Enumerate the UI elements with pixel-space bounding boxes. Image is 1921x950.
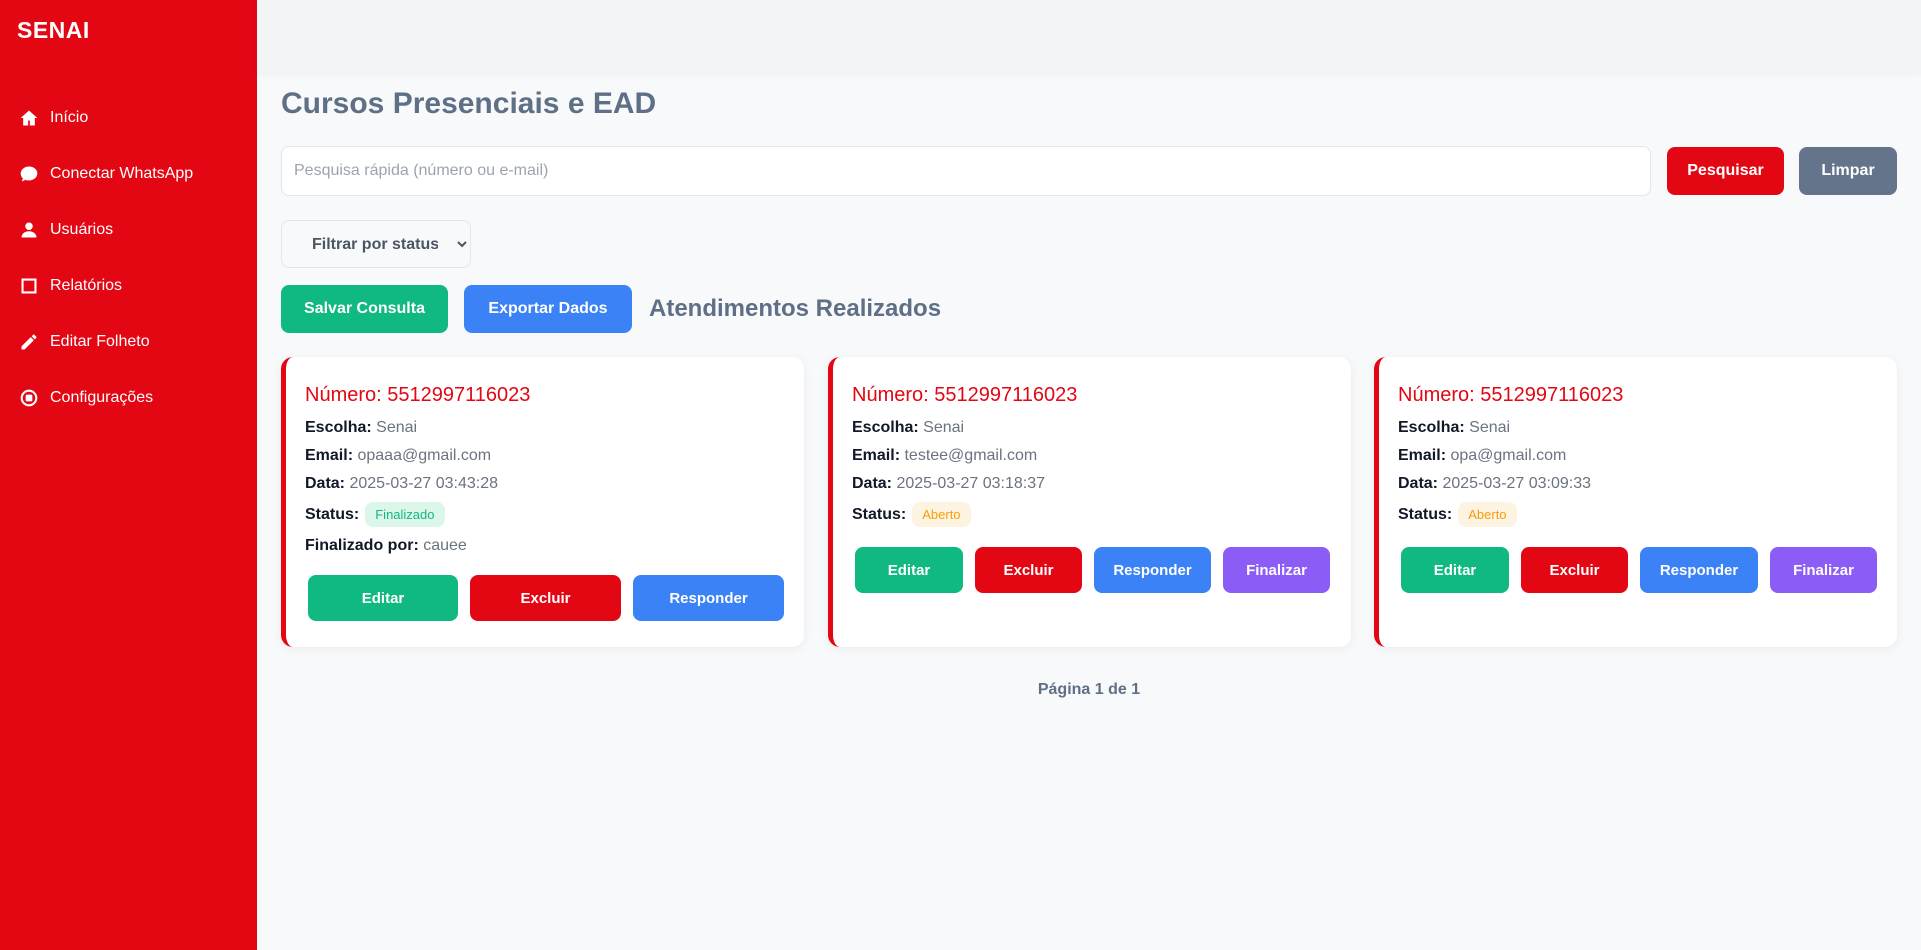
sidebar-item-configuracoes[interactable]: Configurações bbox=[0, 370, 257, 426]
field-value: 2025-03-27 03:43:28 bbox=[349, 475, 499, 492]
field-value: Senai bbox=[1469, 419, 1511, 436]
square-icon bbox=[18, 275, 40, 297]
status-filter-select[interactable]: Filtrar por status bbox=[281, 220, 471, 268]
circle-dot-icon bbox=[18, 387, 40, 409]
delete-button[interactable]: Excluir bbox=[470, 575, 621, 621]
save-query-button[interactable]: Salvar Consulta bbox=[281, 285, 448, 333]
sidebar-item-editar-folheto[interactable]: Editar Folheto bbox=[0, 314, 257, 370]
card-field-status: Status: Aberto bbox=[852, 499, 1351, 530]
field-value: cauee bbox=[423, 537, 467, 554]
field-label: Data: bbox=[852, 475, 893, 492]
brand-logo[interactable]: SENAI bbox=[17, 17, 90, 44]
field-label: Email: bbox=[1398, 447, 1447, 464]
delete-button[interactable]: Excluir bbox=[975, 547, 1082, 593]
home-icon bbox=[18, 107, 40, 129]
attendance-card: Número: 5512997116023 Escolha: Senai Ema… bbox=[828, 357, 1351, 647]
card-field-email: Email: opa@gmail.com bbox=[1398, 446, 1897, 474]
card-field-status: Status: Aberto bbox=[1398, 499, 1897, 530]
search-button[interactable]: Pesquisar bbox=[1667, 147, 1784, 195]
sidebar-item-label: Relatórios bbox=[50, 277, 123, 294]
card-actions: Editar Excluir Responder bbox=[308, 575, 796, 621]
card-field-status: Status: Finalizado bbox=[305, 499, 804, 530]
pencil-icon bbox=[18, 331, 40, 353]
attendance-card: Número: 5512997116023 Escolha: Senai Ema… bbox=[1374, 357, 1897, 647]
cards-grid: Número: 5512997116023 Escolha: Senai Ema… bbox=[281, 357, 1897, 647]
card-field-finalizado-por: Finalizado por: cauee bbox=[305, 536, 804, 564]
section-title: Atendimentos Realizados bbox=[649, 295, 942, 322]
search-input[interactable] bbox=[281, 146, 1651, 196]
field-label: Email: bbox=[852, 447, 901, 464]
field-label: Email: bbox=[305, 447, 354, 464]
card-field-escolha: Escolha: Senai bbox=[1398, 418, 1897, 446]
sidebar-item-relatorios[interactable]: Relatórios bbox=[0, 258, 257, 314]
sidebar-item-label: Editar Folheto bbox=[50, 333, 150, 350]
status-badge: Aberto bbox=[912, 502, 971, 527]
status-badge: Aberto bbox=[1458, 502, 1517, 527]
field-label: Data: bbox=[305, 475, 346, 492]
field-value: opaaa@gmail.com bbox=[357, 447, 492, 464]
respond-button[interactable]: Responder bbox=[1640, 547, 1758, 593]
card-actions: Editar Excluir Responder Finalizar bbox=[855, 547, 1342, 593]
field-label: Escolha: bbox=[852, 419, 919, 436]
sidebar-item-inicio[interactable]: Início bbox=[0, 90, 257, 146]
field-value: 2025-03-27 03:09:33 bbox=[1442, 475, 1592, 492]
card-field-data: Data: 2025-03-27 03:43:28 bbox=[305, 474, 804, 502]
card-field-email: Email: testee@gmail.com bbox=[852, 446, 1351, 474]
field-label: Status: bbox=[1398, 505, 1453, 523]
card-field-escolha: Escolha: Senai bbox=[852, 418, 1351, 446]
pagination-label: Página 1 de 1 bbox=[1037, 681, 1141, 698]
attendance-card: Número: 5512997116023 Escolha: Senai Ema… bbox=[281, 357, 804, 647]
field-value: Senai bbox=[923, 419, 965, 436]
edit-button[interactable]: Editar bbox=[1401, 547, 1509, 593]
sidebar-item-label: Usuários bbox=[50, 221, 114, 238]
top-bar bbox=[257, 0, 1921, 73]
finish-button[interactable]: Finalizar bbox=[1770, 547, 1877, 593]
card-number: Número: 5512997116023 bbox=[852, 384, 1078, 406]
edit-button[interactable]: Editar bbox=[855, 547, 963, 593]
card-field-email: Email: opaaa@gmail.com bbox=[305, 446, 804, 474]
field-value: opa@gmail.com bbox=[1450, 447, 1567, 464]
field-label: Status: bbox=[305, 505, 360, 523]
field-label: Status: bbox=[852, 505, 907, 523]
sidebar-item-usuarios[interactable]: Usuários bbox=[0, 202, 257, 258]
status-badge: Finalizado bbox=[365, 502, 445, 527]
field-label: Escolha: bbox=[1398, 419, 1465, 436]
card-number: Número: 5512997116023 bbox=[1398, 384, 1624, 406]
sidebar-item-label: Conectar WhatsApp bbox=[50, 165, 194, 182]
finish-button[interactable]: Finalizar bbox=[1223, 547, 1330, 593]
card-field-data: Data: 2025-03-27 03:09:33 bbox=[1398, 474, 1897, 502]
field-label: Finalizado por: bbox=[305, 537, 419, 554]
chat-bubble-icon bbox=[18, 163, 40, 185]
edit-button[interactable]: Editar bbox=[308, 575, 458, 621]
field-label: Escolha: bbox=[305, 419, 372, 436]
export-data-button[interactable]: Exportar Dados bbox=[464, 285, 632, 333]
card-field-data: Data: 2025-03-27 03:18:37 bbox=[852, 474, 1351, 502]
field-label: Data: bbox=[1398, 475, 1439, 492]
user-icon bbox=[18, 219, 40, 241]
sidebar: SENAI Início Conectar WhatsApp Usuários … bbox=[0, 0, 257, 950]
field-value: testee@gmail.com bbox=[904, 447, 1038, 464]
clear-button[interactable]: Limpar bbox=[1799, 147, 1897, 195]
sidebar-nav: Início Conectar WhatsApp Usuários Relató… bbox=[0, 90, 257, 426]
delete-button[interactable]: Excluir bbox=[1521, 547, 1628, 593]
card-actions: Editar Excluir Responder Finalizar bbox=[1401, 547, 1889, 593]
field-value: Senai bbox=[376, 419, 418, 436]
sidebar-item-label: Início bbox=[50, 109, 89, 126]
respond-button[interactable]: Responder bbox=[1094, 547, 1211, 593]
sidebar-item-label: Configurações bbox=[50, 389, 154, 406]
card-field-escolha: Escolha: Senai bbox=[305, 418, 804, 446]
card-number: Número: 5512997116023 bbox=[305, 384, 531, 406]
sidebar-item-conectar-whatsapp[interactable]: Conectar WhatsApp bbox=[0, 146, 257, 202]
page-title: Cursos Presenciais e EAD bbox=[281, 87, 657, 120]
respond-button[interactable]: Responder bbox=[633, 575, 784, 621]
field-value: 2025-03-27 03:18:37 bbox=[896, 475, 1046, 492]
